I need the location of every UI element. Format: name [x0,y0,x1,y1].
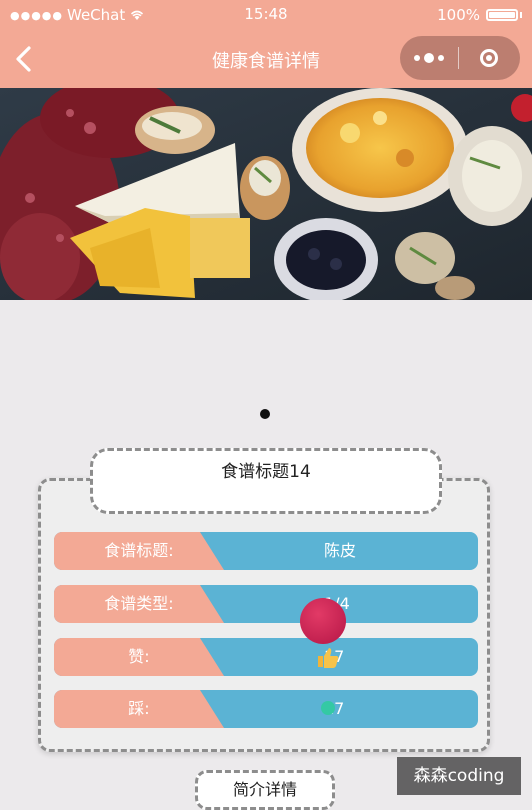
info-key: 食谱标题: [104,541,174,560]
mini-program-capsule [400,36,520,80]
navigation-bar: 健康食谱详情 [0,30,532,88]
info-row-title: 食谱标题: 陈皮 [54,532,478,570]
thumbs-down-icon[interactable] [318,698,338,718]
thumbs-up-icon[interactable] [316,646,340,668]
info-row-dislike[interactable]: 踩: 17 [54,690,478,728]
battery-percent: 100% [437,6,480,24]
watermark: 森森coding [397,757,521,795]
food-banner-image [0,88,532,300]
info-key: 踩: [128,699,150,718]
info-key: 赞: [128,647,150,666]
battery-indicator: 100% [437,6,522,24]
info-value: 陈皮 [324,541,357,560]
info-key: 食谱类型: [104,594,174,613]
target-icon[interactable] [459,49,519,67]
touch-indicator [300,598,346,644]
info-row-type: 食谱类型: 1/4 [54,585,478,623]
tab-intro-detail[interactable]: 简介详情 [195,770,335,810]
info-row-like[interactable]: 赞: 17 [54,638,478,676]
recipe-title: 食谱标题14 [90,448,442,514]
battery-icon [486,9,518,21]
more-dots-icon[interactable] [400,53,458,63]
swiper-dot[interactable] [260,409,270,419]
status-bar: ●●●●● WeChat 15:48 100% [0,0,532,30]
